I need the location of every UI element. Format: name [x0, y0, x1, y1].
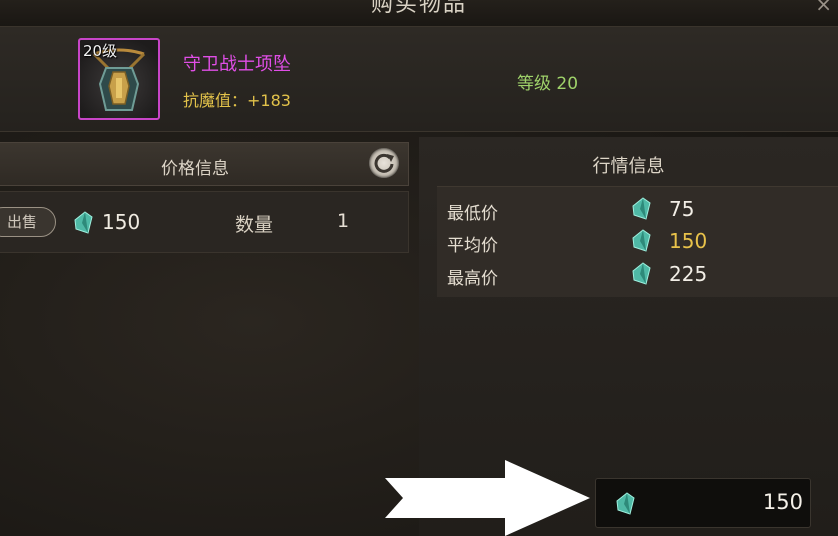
crystal-icon [632, 197, 651, 220]
market-row-value: 150 [669, 229, 708, 253]
market-row-label: 最低价 [447, 204, 498, 224]
refresh-button[interactable] [369, 148, 399, 178]
market-row-label: 最高价 [447, 269, 498, 289]
quantity-value[interactable]: 1 [337, 210, 349, 232]
arrow-icon [385, 460, 590, 536]
market-row-value: 225 [669, 262, 708, 286]
market-info-title: 行情信息 [592, 156, 665, 177]
sell-button[interactable]: 出售 [0, 207, 56, 237]
crystal-icon [632, 262, 651, 285]
item-stat: 抗魔值：+183 [183, 91, 291, 110]
item-level-badge: 20级 [83, 42, 118, 60]
price-info-title: 价格信息 [161, 159, 229, 179]
crystal-icon [616, 492, 635, 515]
refresh-icon [374, 153, 394, 173]
item-name: 守卫战士项坠 [183, 54, 291, 75]
total-price-value: 150 [762, 490, 803, 514]
price-info-header: 价格信息 [0, 142, 409, 186]
close-icon[interactable]: × [815, 0, 832, 16]
item-level-requirement: 等级 20 [517, 74, 579, 94]
crystal-icon [74, 211, 93, 234]
item-icon[interactable]: 20级 [78, 38, 160, 120]
title-bar: 购买物品 × [0, 0, 838, 27]
sell-price[interactable]: 150 [102, 210, 140, 234]
crystal-icon [632, 229, 651, 252]
market-row-value: 75 [669, 197, 695, 221]
window-title: 购买物品 [370, 0, 467, 17]
market-row-label: 平均价 [447, 236, 498, 256]
quantity-label: 数量 [235, 214, 274, 236]
